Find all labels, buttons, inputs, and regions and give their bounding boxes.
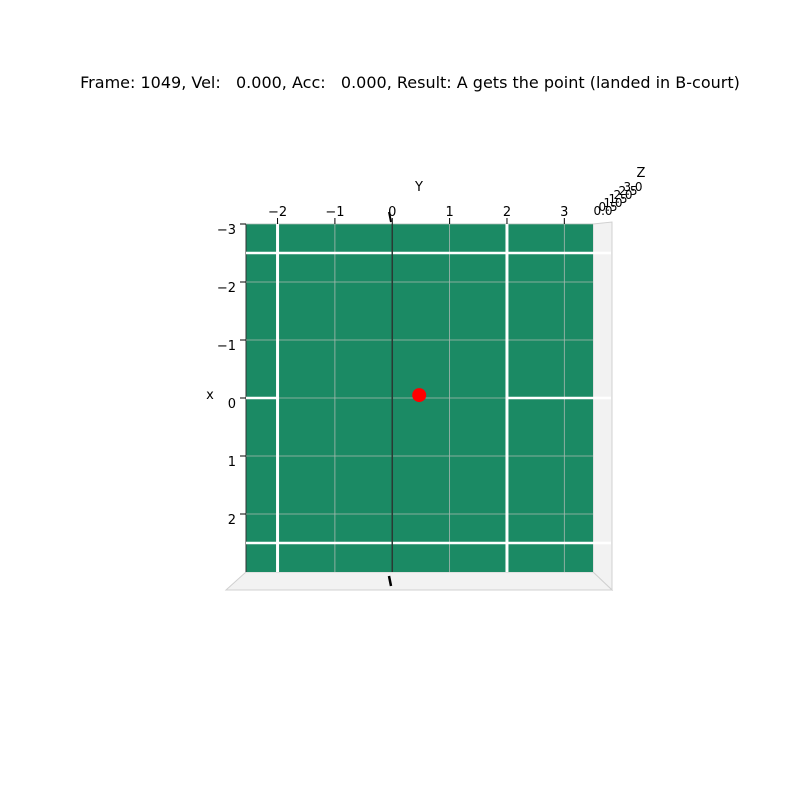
left-tick-label-2: −1 (217, 339, 236, 354)
top-tick-label-0: −2 (268, 205, 287, 220)
left-tick-label-3: 0 (228, 397, 236, 412)
top-tick-label-5: 3 (560, 205, 568, 220)
top-tick-label-3: 1 (445, 205, 453, 220)
ball-point-0 (412, 388, 427, 403)
data-points (412, 388, 427, 403)
left-tick-label-5: 2 (228, 513, 236, 528)
z-tick-label-6: 3.0 (623, 180, 642, 194)
top-tick-label-4: 2 (503, 205, 511, 220)
chart-figure: Frame: 1049, Vel: 0.000, Acc: 0.000, Res… (80, 73, 740, 592)
left-tick-label-0: −3 (217, 223, 236, 238)
x-axis-label: x (206, 388, 214, 403)
left-tick-label-1: −2 (217, 281, 236, 296)
left-tick-label-4: 1 (228, 455, 236, 470)
top-tick-label-1: −1 (325, 205, 344, 220)
y-axis-label: Y (414, 180, 423, 195)
z-axis-label: Z (637, 166, 646, 181)
chart-title: Frame: 1049, Vel: 0.000, Acc: 0.000, Res… (80, 73, 740, 92)
